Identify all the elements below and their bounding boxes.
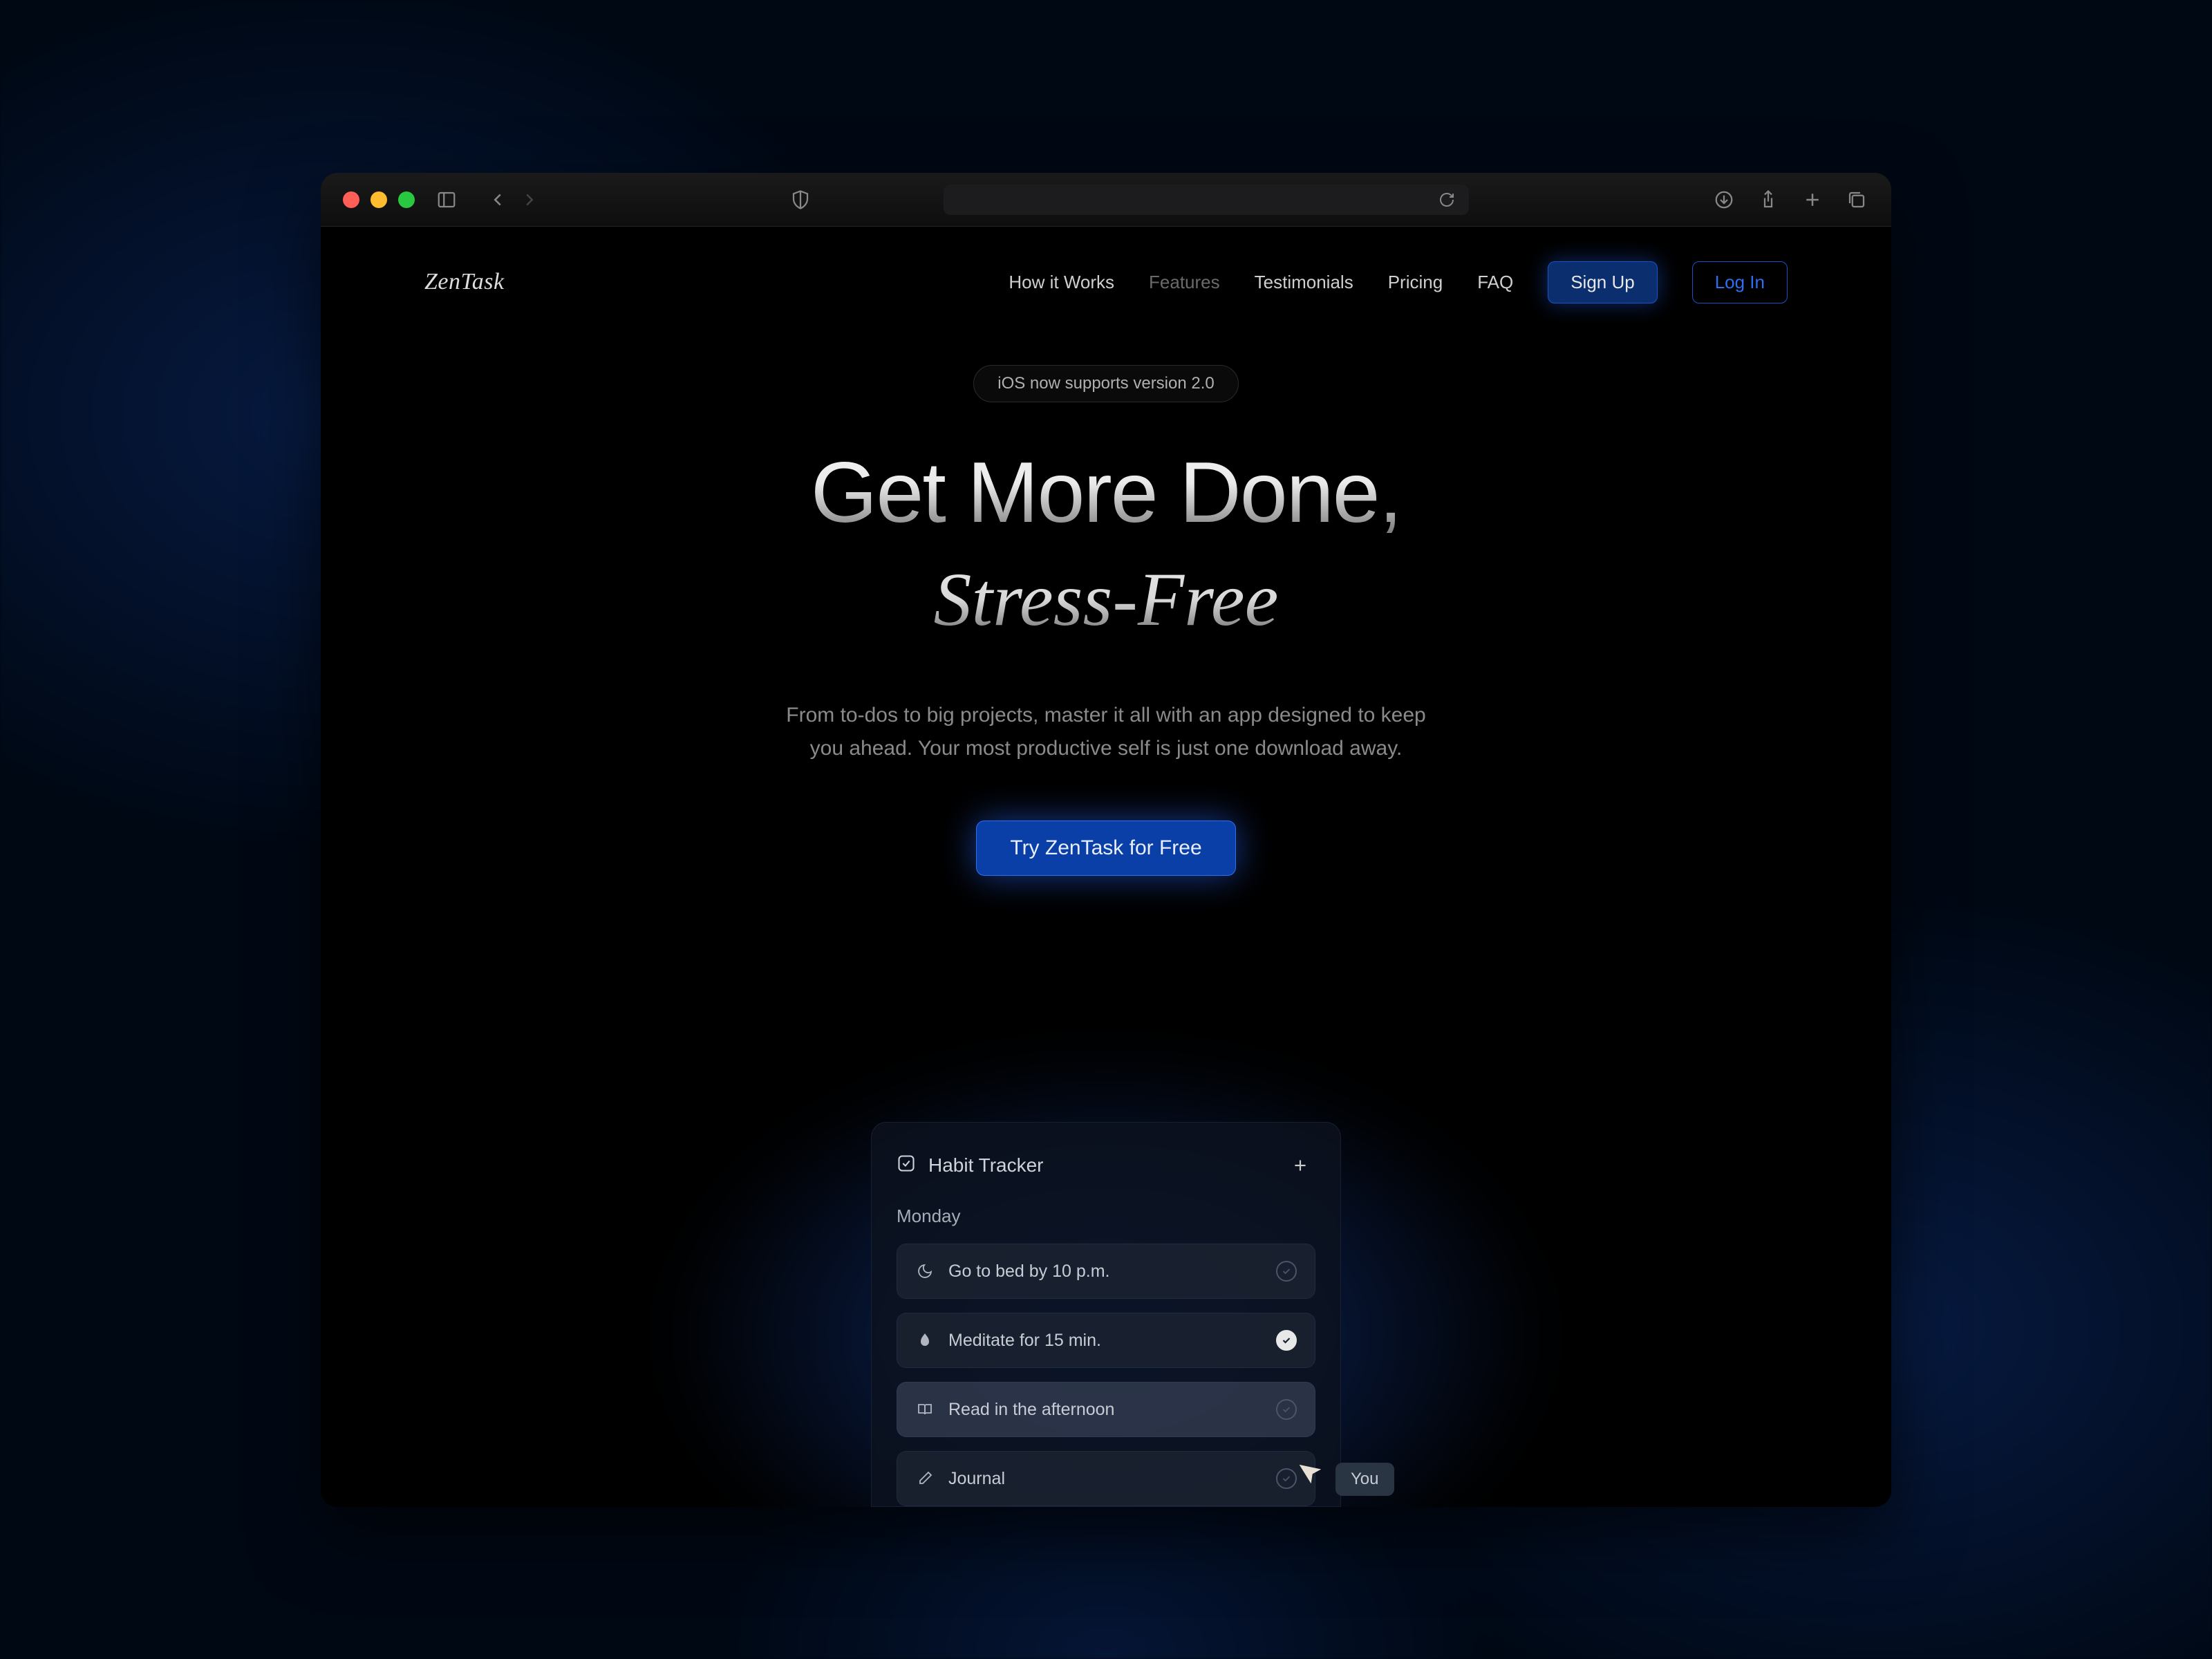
url-bar[interactable] [944,185,1469,215]
maximize-window-button[interactable] [398,191,415,208]
new-tab-icon[interactable] [1800,187,1825,212]
nav-features[interactable]: Features [1149,272,1220,293]
browser-chrome [321,173,1891,227]
forward-icon [517,187,542,212]
habit-item[interactable]: Meditate for 15 min. [897,1313,1315,1368]
habit-label: Go to bed by 10 p.m. [948,1262,1109,1282]
page-content: ZenTask How it Works Features Testimonia… [321,227,1891,1507]
hero-cta-button[interactable]: Try ZenTask for Free [976,821,1235,876]
habit-tracker-card: Habit Tracker Monday Go to bed by 10 p.m… [871,1122,1341,1507]
habit-label: Read in the afternoon [948,1400,1114,1420]
site-header: ZenTask How it Works Features Testimonia… [321,227,1891,337]
cursor-user-badge: You [1335,1463,1394,1496]
tabs-overview-icon[interactable] [1844,187,1869,212]
hero-section: iOS now supports version 2.0 Get More Do… [321,365,1891,876]
pencil-icon [915,1469,935,1488]
minimize-window-button[interactable] [371,191,387,208]
habit-status-checked[interactable] [1276,1330,1297,1351]
login-button[interactable]: Log In [1692,261,1788,303]
hero-subhead: From to-dos to big projects, master it a… [767,699,1445,765]
book-icon [915,1400,935,1419]
brand-logo[interactable]: ZenTask [424,269,505,295]
add-habit-button[interactable] [1285,1150,1315,1181]
habit-status-unchecked[interactable] [1276,1468,1297,1489]
hero-headline-line1: Get More Done, [811,444,1401,542]
sidebar-toggle-icon[interactable] [434,187,459,212]
nav-pricing[interactable]: Pricing [1388,272,1443,293]
hero-headline-line2: Stress-Free [934,556,1279,644]
habit-label: Journal [948,1469,1005,1489]
reload-icon[interactable] [1438,191,1455,208]
habit-card-header: Habit Tracker [897,1150,1315,1181]
moon-icon [915,1262,935,1281]
downloads-icon[interactable] [1712,187,1736,212]
nav-how-it-works[interactable]: How it Works [1009,272,1114,293]
habit-label: Meditate for 15 min. [948,1331,1101,1351]
habit-day-label: Monday [897,1206,1315,1227]
leaf-icon [915,1331,935,1350]
habit-card-title: Habit Tracker [928,1154,1044,1177]
announcement-pill[interactable]: iOS now supports version 2.0 [973,365,1239,402]
habit-item[interactable]: Read in the afternoon [897,1382,1315,1437]
back-icon[interactable] [485,187,510,212]
habit-status-unchecked[interactable] [1276,1261,1297,1282]
shield-icon[interactable] [788,187,813,212]
share-icon[interactable] [1756,187,1781,212]
traffic-lights [343,191,415,208]
browser-window: ZenTask How it Works Features Testimonia… [321,173,1891,1507]
habit-item[interactable]: Go to bed by 10 p.m. [897,1244,1315,1299]
habit-list: Go to bed by 10 p.m. Meditate for 15 min… [897,1244,1315,1506]
nav-testimonials[interactable]: Testimonials [1255,272,1353,293]
close-window-button[interactable] [343,191,359,208]
primary-nav: How it Works Features Testimonials Prici… [1009,261,1788,303]
nav-faq[interactable]: FAQ [1477,272,1513,293]
signup-button[interactable]: Sign Up [1548,261,1658,303]
habit-item[interactable]: Journal [897,1451,1315,1506]
habit-status-unchecked[interactable] [1276,1399,1297,1420]
check-square-icon [897,1154,916,1178]
